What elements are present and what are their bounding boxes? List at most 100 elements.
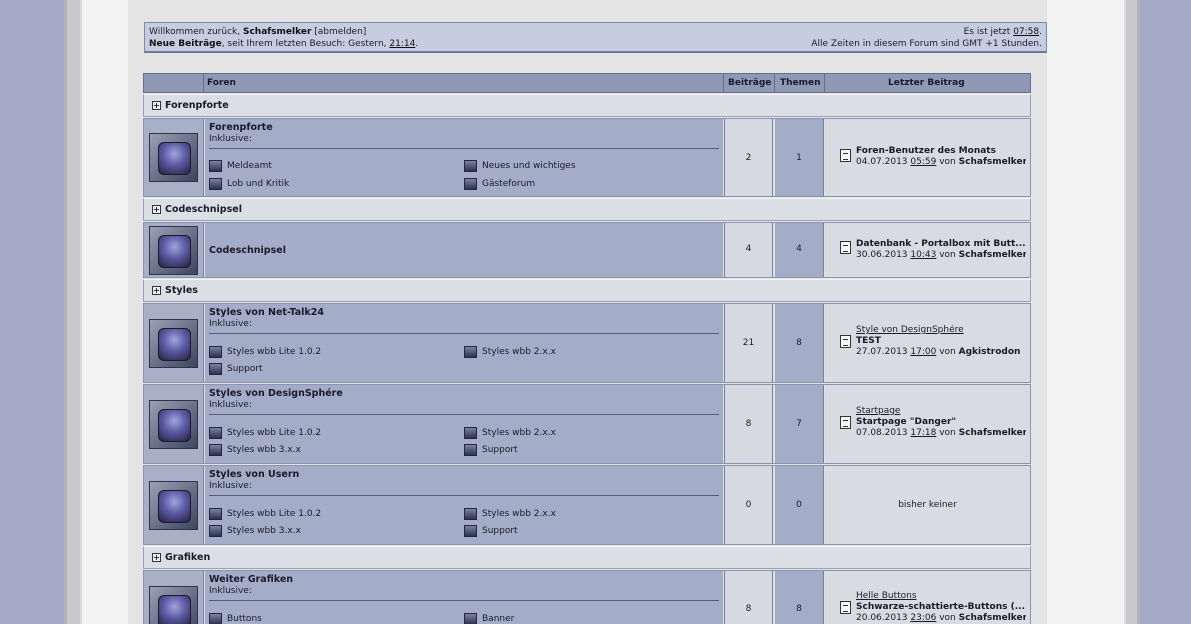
by-label: von	[939, 250, 956, 260]
subforum-icon	[209, 508, 222, 520]
last-post-forum[interactable]: Startpage	[856, 406, 1026, 417]
username-link[interactable]: Schafsmelker	[243, 27, 311, 37]
forum-row-codeschnipsel: Codeschnipsel 4 4 Datenbank - Portalbox …	[143, 222, 1031, 278]
last-post-title[interactable]: TEST	[856, 336, 1026, 347]
last-post-user[interactable]: Schafsmelker	[959, 250, 1026, 260]
last-post-user[interactable]: Schafsmelker	[959, 428, 1026, 438]
current-time[interactable]: 07:58	[1013, 27, 1039, 37]
subforum-icon	[464, 346, 477, 358]
subforum-link[interactable]: Meldeamt	[209, 159, 272, 173]
new-posts-link[interactable]: Neue Beiträge	[149, 39, 222, 49]
subforum-icon	[209, 160, 222, 172]
category-title[interactable]: Codeschnipsel	[165, 204, 242, 215]
subforum-link[interactable]: Support	[209, 362, 263, 376]
expand-icon[interactable]: +	[152, 101, 161, 110]
subforum-link[interactable]: Styles wbb 3.x.x	[209, 443, 301, 457]
since-end: .	[415, 39, 419, 49]
last-post-icon[interactable]	[840, 149, 851, 162]
subforum-link[interactable]: Styles wbb Lite 1.0.2	[209, 426, 321, 440]
last-post-title[interactable]: Startpage "Danger"	[856, 417, 1026, 428]
post-count: 8	[745, 419, 752, 429]
inclusive-label: Inklusive:	[209, 134, 252, 144]
subforum-link[interactable]: Styles wbb 2.x.x	[464, 426, 556, 440]
last-post-time[interactable]: 10:43	[910, 250, 936, 260]
category-title[interactable]: Grafiken	[165, 552, 210, 563]
forum-status-icon	[149, 226, 198, 275]
subforum-icon	[209, 178, 222, 190]
subforum-link[interactable]: Styles wbb 3.x.x	[209, 524, 301, 538]
forum-row-designsphere: Styles von DesignSphére Inklusive: Style…	[143, 384, 1031, 464]
inclusive-label: Inklusive:	[209, 400, 252, 410]
category-grafiken[interactable]: + Grafiken	[143, 546, 1031, 569]
last-post-icon[interactable]	[840, 335, 851, 348]
subforum-link[interactable]: Gästeforum	[464, 177, 535, 191]
forum-title[interactable]: Weiter Grafiken	[209, 574, 719, 585]
by-label: von	[939, 428, 956, 438]
expand-icon[interactable]: +	[152, 286, 161, 295]
expand-icon[interactable]: +	[152, 205, 161, 214]
forum-title[interactable]: Styles von Usern	[209, 469, 719, 480]
subforum-icon	[464, 427, 477, 439]
forum-title[interactable]: Styles von Net-Talk24	[209, 307, 719, 318]
forum-status-icon	[149, 481, 198, 530]
logout-link[interactable]: [abmelden]	[314, 27, 366, 37]
topic-count: 4	[796, 244, 802, 254]
last-post-title[interactable]: Schwarze-schattierte-Buttons (...	[856, 602, 1026, 613]
timezone-text: Alle Zeiten in diesem Forum sind GMT +1 …	[811, 39, 1042, 49]
subforum-icon	[464, 444, 477, 456]
subforum-icon	[464, 525, 477, 537]
subforum-icon	[209, 346, 222, 358]
last-post-user[interactable]: Schafsmelker	[959, 613, 1026, 623]
post-count: 0	[745, 500, 752, 510]
forum-status-icon	[149, 400, 198, 449]
subforum-link[interactable]: Banner	[464, 612, 514, 624]
last-post-time[interactable]: 17:18	[910, 428, 936, 438]
forum-row-forenpforte: Forenpforte Inklusive: Meldeamt Neues un…	[143, 118, 1031, 197]
last-post-date: 30.06.2013	[856, 250, 908, 260]
expand-icon[interactable]: +	[152, 553, 161, 562]
subforum-link[interactable]: Support	[464, 443, 518, 457]
subforum-link[interactable]: Styles wbb 2.x.x	[464, 345, 556, 359]
category-forenpforte[interactable]: + Forenpforte	[143, 94, 1031, 117]
subforum-icon	[209, 444, 222, 456]
subforum-link[interactable]: Styles wbb Lite 1.0.2	[209, 345, 321, 359]
last-post-forum[interactable]: Helle Buttons	[856, 591, 1026, 602]
subforum-link[interactable]: Support	[464, 524, 518, 538]
forum-title[interactable]: Forenpforte	[209, 122, 719, 133]
last-post-time[interactable]: 17:00	[910, 347, 936, 357]
last-visit-time[interactable]: 21:14	[389, 39, 415, 49]
last-post-date: 27.07.2013	[856, 347, 908, 357]
subforum-link[interactable]: Styles wbb 2.x.x	[464, 507, 556, 521]
subforum-link[interactable]: Buttons	[209, 612, 262, 624]
forum-title[interactable]: Codeschnipsel	[209, 245, 719, 256]
header-last-post: Letzter Beitrag	[888, 78, 965, 88]
last-post-time[interactable]: 23:06	[910, 613, 936, 623]
subforum-icon	[464, 508, 477, 520]
last-post-icon[interactable]	[840, 601, 851, 614]
last-post-user[interactable]: Agkistrodon	[959, 347, 1021, 357]
subforum-link[interactable]: Lob und Kritik	[209, 177, 289, 191]
forum-row-weiter-grafiken: Weiter Grafiken Inklusive: Buttons Banne…	[143, 570, 1031, 624]
category-codeschnipsel[interactable]: + Codeschnipsel	[143, 198, 1031, 221]
subforum-icon	[209, 613, 222, 624]
last-post-icon[interactable]	[840, 416, 851, 429]
subforum-link[interactable]: Styles wbb Lite 1.0.2	[209, 507, 321, 521]
last-post-forum[interactable]: Style von DesignSphére	[856, 325, 1026, 336]
category-styles[interactable]: + Styles	[143, 279, 1031, 302]
subforum-icon	[464, 178, 477, 190]
last-post-time[interactable]: 05:59	[910, 157, 936, 167]
forum-row-usern: Styles von Usern Inklusive: Styles wbb L…	[143, 465, 1031, 545]
welcome-infobar: Willkommen zurück, Schafsmelker [abmelde…	[144, 22, 1047, 53]
last-post-user[interactable]: Schafsmelker	[959, 157, 1026, 167]
category-title[interactable]: Styles	[165, 285, 198, 296]
category-title[interactable]: Forenpforte	[165, 100, 229, 111]
forum-status-icon	[149, 319, 198, 368]
inclusive-label: Inklusive:	[209, 319, 252, 329]
last-post-title[interactable]: Foren-Benutzer des Monats	[856, 146, 1026, 157]
by-label: von	[939, 347, 956, 357]
last-post-title[interactable]: Datenbank - Portalbox mit Butt...	[856, 239, 1026, 250]
subforum-link[interactable]: Neues und wichtiges	[464, 159, 576, 173]
last-post-icon[interactable]	[840, 241, 851, 254]
forum-title[interactable]: Styles von DesignSphére	[209, 388, 719, 399]
subforum-icon	[209, 427, 222, 439]
